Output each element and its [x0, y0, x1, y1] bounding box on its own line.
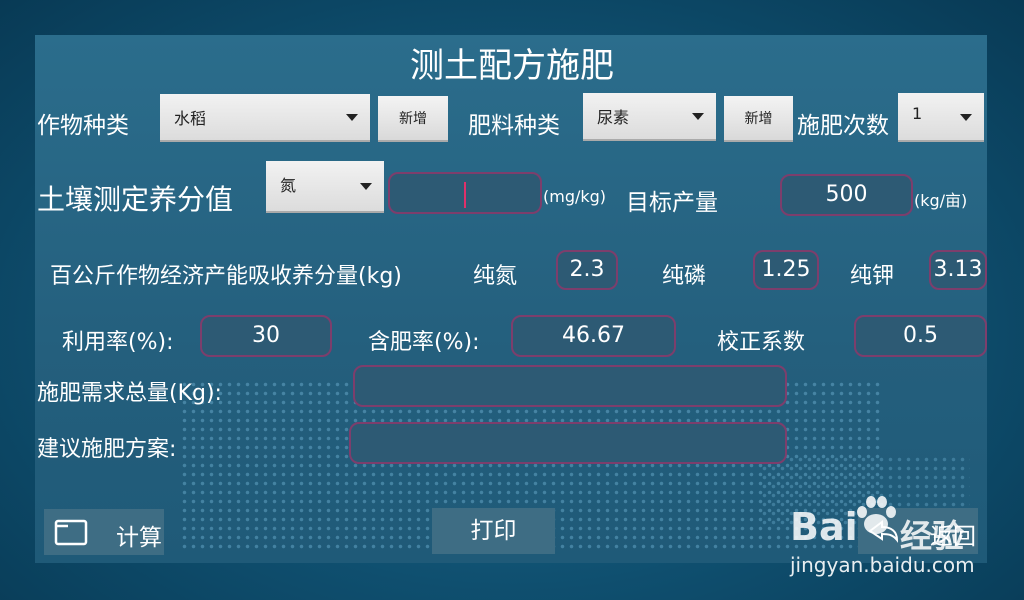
- baidu-paw-icon: [857, 496, 896, 534]
- utilization-rate-label: 利用率(%):: [62, 330, 174, 355]
- correction-coefficient-input[interactable]: 0.5: [854, 315, 987, 357]
- soil-test-label: 土壤测定养分值: [37, 183, 234, 216]
- dropdown-arrow-icon: [692, 113, 704, 120]
- window-icon: [54, 519, 88, 546]
- target-yield-unit: (kg/亩): [914, 191, 968, 210]
- pure-nitrogen-input[interactable]: 2.3: [556, 250, 618, 290]
- crop-type-label: 作物种类: [37, 113, 129, 139]
- target-yield-label: 目标产量: [626, 190, 718, 216]
- fertilizer-type-label: 肥料种类: [468, 113, 560, 139]
- application-times-value: 1: [912, 104, 923, 123]
- baidu-brand-text: Bai: [790, 505, 858, 549]
- pure-potassium-label: 纯钾: [850, 264, 895, 289]
- dropdown-arrow-icon: [960, 113, 972, 121]
- fertilizer-type-value: 尿素: [597, 108, 630, 127]
- dropdown-arrow-icon: [360, 183, 372, 190]
- print-button[interactable]: 打印: [432, 508, 555, 554]
- pure-potassium-input[interactable]: 3.13: [929, 250, 987, 290]
- recommended-plan-output[interactable]: [349, 422, 787, 464]
- pure-nitrogen-label: 纯氮: [473, 264, 518, 289]
- page-title: 测土配方施肥: [410, 46, 614, 86]
- nutrient-value: 氮: [280, 176, 297, 195]
- text-cursor: [464, 182, 466, 208]
- add-crop-button[interactable]: 新增: [378, 96, 448, 142]
- pure-phosphorus-input[interactable]: 1.25: [753, 250, 819, 290]
- dropdown-arrow-icon: [346, 114, 358, 121]
- crop-type-value: 水稻: [174, 109, 207, 128]
- fertilizer-content-input[interactable]: 46.67: [511, 315, 676, 357]
- soil-unit-label: (mg/kg): [543, 187, 607, 206]
- utilization-rate-input[interactable]: 30: [200, 315, 332, 357]
- crop-type-select[interactable]: 水稻: [160, 94, 370, 142]
- pure-phosphorus-label: 纯磷: [662, 264, 707, 289]
- soil-nutrient-input[interactable]: [388, 172, 542, 214]
- watermark-url: jingyan.baidu.com: [790, 553, 975, 577]
- fertilizer-content-label: 含肥率(%):: [368, 330, 480, 355]
- calculate-label: 计算: [116, 525, 162, 551]
- recommended-plan-label: 建议施肥方案:: [37, 437, 177, 462]
- nutrient-select[interactable]: 氮: [266, 161, 384, 213]
- application-times-label: 施肥次数: [797, 113, 889, 139]
- application-times-select[interactable]: 1: [898, 93, 984, 142]
- total-demand-label: 施肥需求总量(Kg):: [37, 381, 222, 406]
- correction-coefficient-label: 校正系数: [717, 330, 806, 355]
- jingyan-brand-text: 经验: [900, 517, 965, 555]
- add-fertilizer-button[interactable]: 新增: [724, 96, 793, 142]
- calculate-button[interactable]: 计算: [44, 509, 164, 555]
- fertilizer-type-select[interactable]: 尿素: [583, 93, 716, 141]
- target-yield-input[interactable]: 500: [780, 174, 913, 216]
- absorption-label: 百公斤作物经济产能吸收养分量(kg): [50, 264, 402, 289]
- total-demand-output[interactable]: [353, 365, 787, 407]
